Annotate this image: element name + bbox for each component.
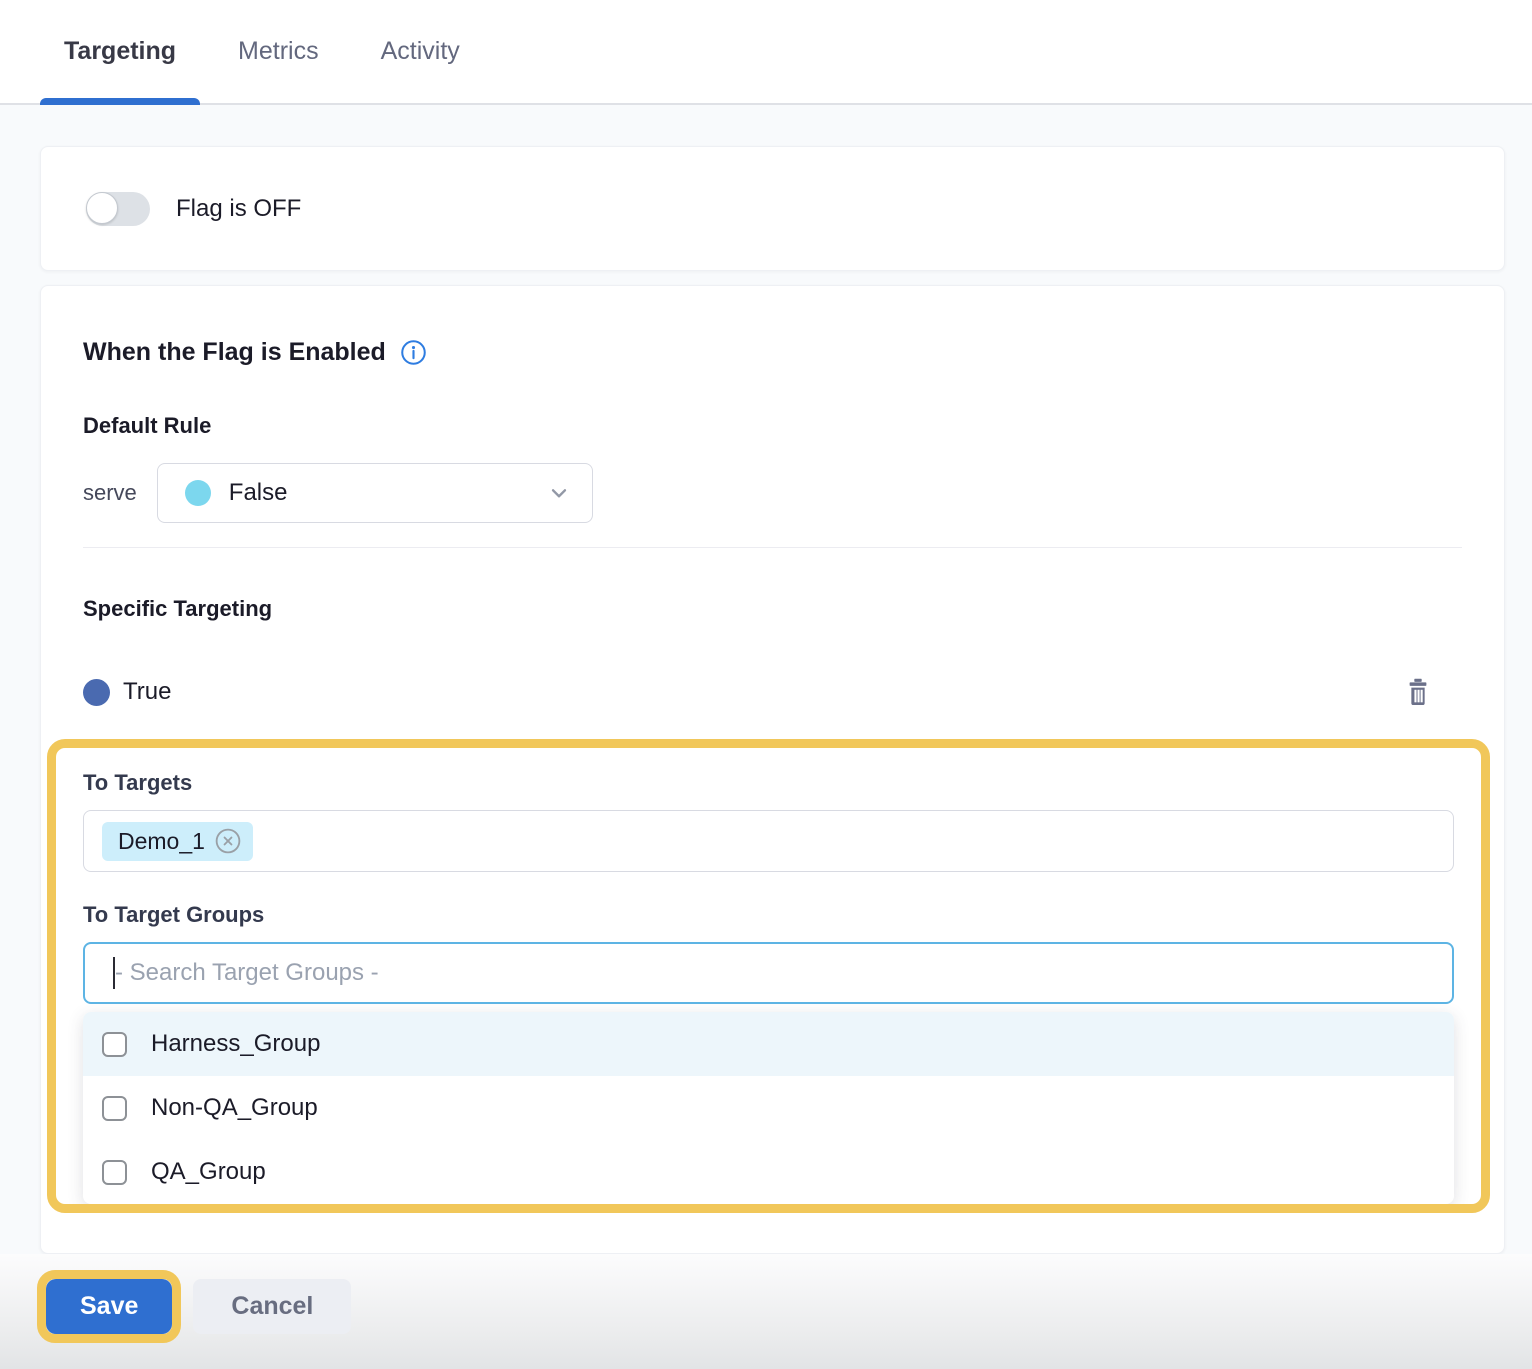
specific-targeting-title: Specific Targeting bbox=[83, 596, 1462, 622]
tab-activity[interactable]: Activity bbox=[381, 0, 460, 103]
enabled-section-title-text: When the Flag is Enabled bbox=[83, 338, 386, 367]
targeting-highlight-box: To Targets Demo_1 To Target Groups bbox=[47, 739, 1490, 1213]
target-group-option-harness[interactable]: Harness_Group bbox=[83, 1012, 1454, 1076]
text-caret bbox=[113, 957, 115, 989]
true-variation-label: True bbox=[123, 678, 171, 706]
tab-metrics[interactable]: Metrics bbox=[238, 0, 319, 103]
info-icon[interactable] bbox=[400, 339, 427, 366]
section-divider bbox=[83, 547, 1462, 548]
trash-icon[interactable] bbox=[1403, 676, 1433, 708]
target-group-option-label: Non-QA_Group bbox=[151, 1094, 318, 1122]
save-button[interactable]: Save bbox=[46, 1279, 172, 1334]
action-footer: Save Cancel bbox=[0, 1254, 1532, 1369]
serve-label: serve bbox=[83, 480, 137, 506]
targeting-card: When the Flag is Enabled Default Rule se… bbox=[40, 285, 1505, 1254]
chevron-down-icon bbox=[546, 480, 572, 506]
to-target-groups-label: To Target Groups bbox=[83, 902, 1454, 928]
default-variation-value: False bbox=[229, 479, 288, 507]
target-group-option-non-qa[interactable]: Non-QA_Group bbox=[83, 1076, 1454, 1140]
checkbox-icon[interactable] bbox=[102, 1160, 127, 1185]
target-chip: Demo_1 bbox=[102, 822, 253, 861]
true-variation-row: True bbox=[83, 676, 1462, 708]
tab-bar: Targeting Metrics Activity bbox=[0, 0, 1532, 105]
target-group-option-label: Harness_Group bbox=[151, 1030, 320, 1058]
default-variation-select[interactable]: False bbox=[157, 463, 593, 523]
flag-status-label: Flag is OFF bbox=[176, 195, 301, 223]
checkbox-icon[interactable] bbox=[102, 1032, 127, 1057]
target-group-option-label: QA_Group bbox=[151, 1158, 266, 1186]
variation-true-dot bbox=[83, 679, 110, 706]
target-groups-search bbox=[83, 942, 1454, 1004]
target-groups-search-input[interactable] bbox=[85, 944, 1452, 1002]
default-rule-title: Default Rule bbox=[83, 413, 1462, 439]
default-rule-serve-row: serve False bbox=[83, 463, 1462, 523]
target-chip-label: Demo_1 bbox=[118, 828, 205, 855]
enabled-section-title: When the Flag is Enabled bbox=[83, 338, 1462, 367]
to-targets-input[interactable]: Demo_1 bbox=[83, 810, 1454, 872]
checkbox-icon[interactable] bbox=[102, 1096, 127, 1121]
tab-targeting[interactable]: Targeting bbox=[64, 0, 176, 103]
flag-status-card: Flag is OFF bbox=[40, 146, 1505, 271]
target-groups-dropdown: Harness_Group Non-QA_Group QA_Group bbox=[83, 1012, 1454, 1204]
remove-target-icon[interactable] bbox=[215, 828, 241, 854]
flag-toggle-knob bbox=[86, 192, 118, 224]
to-targets-label: To Targets bbox=[83, 770, 1454, 796]
target-group-option-qa[interactable]: QA_Group bbox=[83, 1140, 1454, 1204]
flag-toggle[interactable] bbox=[86, 192, 150, 226]
cancel-button[interactable]: Cancel bbox=[193, 1279, 351, 1334]
save-highlight-ring: Save bbox=[37, 1270, 181, 1343]
variation-false-dot bbox=[185, 480, 211, 506]
